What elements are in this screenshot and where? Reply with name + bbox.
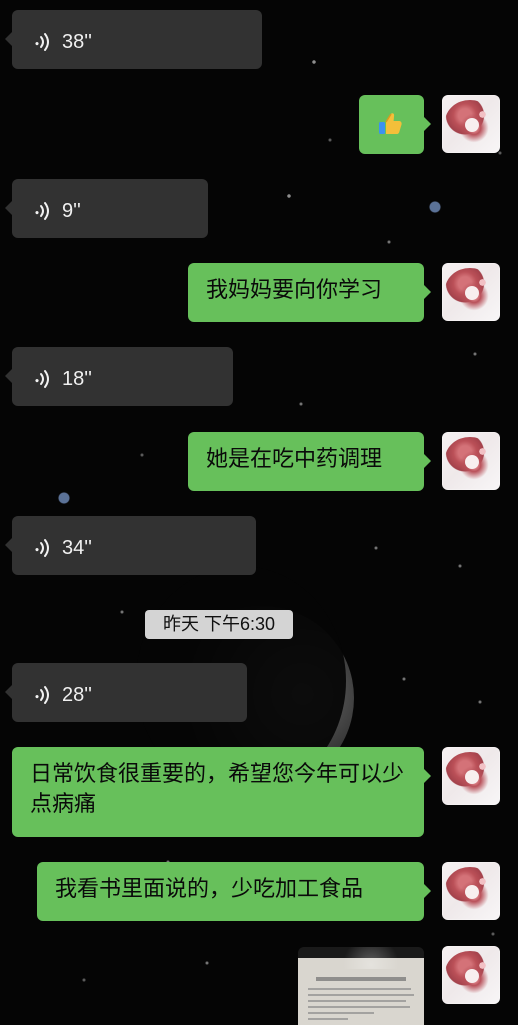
avatar-highlight (475, 444, 490, 459)
timestamp: 昨天 下午6:30 (145, 610, 293, 639)
voice-message-5[interactable]: 28'' (5, 663, 247, 722)
emoji-message[interactable] (359, 95, 431, 154)
user-avatar[interactable] (442, 862, 500, 920)
user-avatar[interactable] (442, 946, 500, 1004)
text-message-2[interactable]: 她是在吃中药调理 (188, 432, 431, 491)
text-message-4[interactable]: 我看书里面说的，少吃加工食品 (37, 862, 431, 921)
message-text: 我看书里面说的，少吃加工食品 (55, 877, 364, 902)
user-avatar[interactable] (442, 747, 500, 805)
message-text: 我妈妈要向你学习 (206, 278, 383, 303)
avatar-highlight (475, 958, 490, 973)
voice-message-3[interactable]: 18'' (5, 347, 233, 406)
document-text-line (308, 1018, 348, 1020)
avatar-highlight (475, 759, 490, 774)
image-message[interactable] (298, 947, 424, 1025)
voice-message-2[interactable]: 9'' (5, 179, 208, 238)
text-message-1[interactable]: 我妈妈要向你学习 (188, 263, 431, 322)
text-message-3[interactable]: 日常饮食很重要的，希望您今年可以少点病痛 (12, 747, 431, 837)
voice-icon (35, 539, 49, 557)
voice-message-1[interactable]: 38'' (5, 10, 262, 69)
document-text-line (308, 1000, 406, 1002)
document-text-line (308, 988, 411, 990)
voice-duration: 38'' (62, 31, 92, 53)
voice-icon (35, 33, 49, 51)
user-avatar[interactable] (442, 432, 500, 490)
message-text: 日常饮食很重要的，希望您今年可以少点病痛 (30, 762, 405, 817)
voice-message-content: 28'' (34, 680, 92, 710)
document-text-line (308, 1006, 410, 1008)
avatar-highlight (475, 107, 490, 122)
message-text: 她是在吃中药调理 (206, 447, 383, 472)
voice-message-4[interactable]: 34'' (5, 516, 256, 575)
voice-duration: 18'' (62, 368, 92, 390)
voice-icon (35, 686, 49, 704)
user-avatar[interactable] (442, 263, 500, 321)
voice-message-content: 38'' (34, 27, 92, 57)
voice-icon (35, 370, 49, 388)
avatar-highlight (475, 874, 490, 889)
voice-icon (35, 202, 49, 220)
image-glare (332, 947, 410, 969)
document-text-line (308, 994, 414, 996)
voice-message-content: 18'' (34, 364, 92, 394)
voice-message-content: 34'' (34, 533, 92, 563)
thumbs-up-icon (379, 113, 402, 134)
user-avatar[interactable] (442, 95, 500, 153)
avatar-highlight (475, 275, 490, 290)
voice-duration: 28'' (62, 684, 92, 706)
voice-message-content: 9'' (34, 196, 81, 226)
document-title-line (316, 977, 406, 981)
voice-duration: 9'' (62, 200, 81, 222)
voice-duration: 34'' (62, 537, 92, 559)
document-text-line (308, 1012, 374, 1014)
